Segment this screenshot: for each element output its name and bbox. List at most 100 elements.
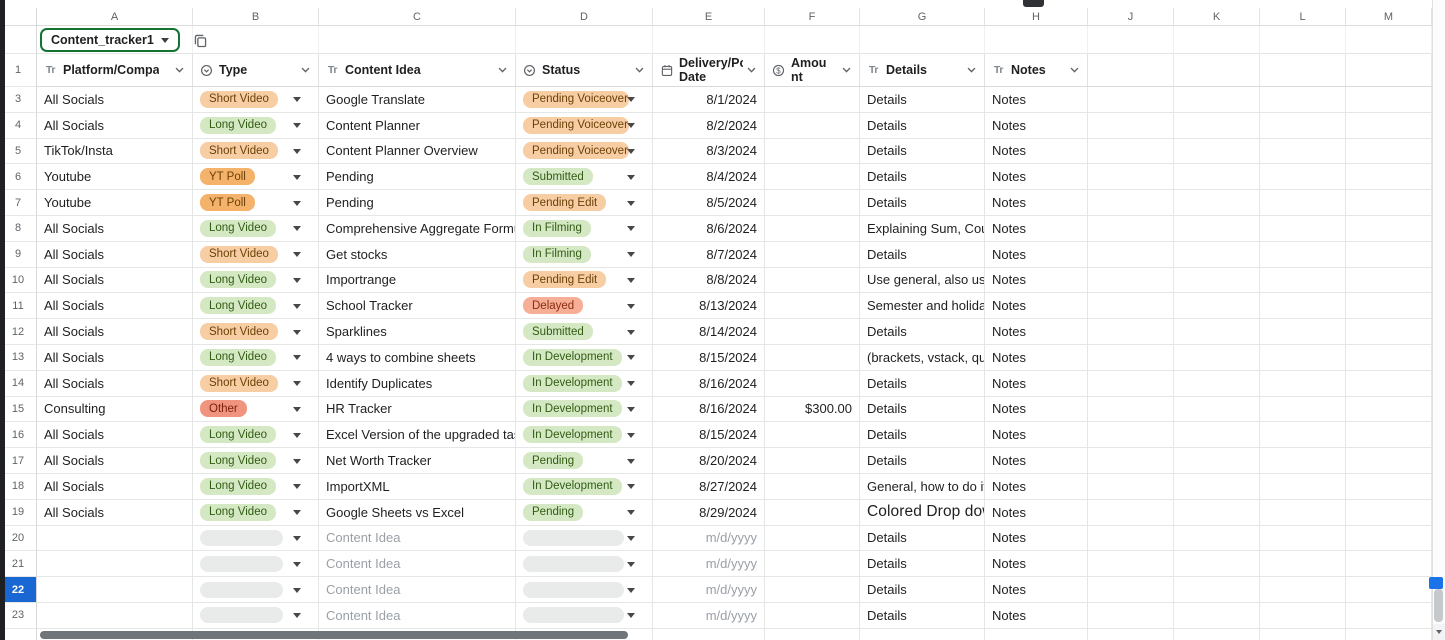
- type-cell[interactable]: Short Video: [193, 87, 319, 113]
- content-idea-cell[interactable]: Google Translate: [319, 87, 516, 113]
- scroll-down-button[interactable]: [1432, 624, 1445, 640]
- date-cell[interactable]: 8/16/2024: [653, 371, 765, 397]
- dropdown-caret-icon[interactable]: [293, 459, 301, 464]
- empty-cell[interactable]: [1346, 164, 1432, 190]
- empty-cell[interactable]: [1260, 164, 1346, 190]
- type-cell[interactable]: [193, 577, 319, 603]
- date-cell[interactable]: 8/13/2024: [653, 293, 765, 319]
- details-cell[interactable]: Details: [860, 190, 985, 216]
- notes-cell[interactable]: Notes: [985, 190, 1088, 216]
- content-idea-cell[interactable]: Content Planner: [319, 113, 516, 139]
- status-chip[interactable]: [523, 582, 624, 598]
- content-idea-cell[interactable]: Content Idea: [319, 551, 516, 577]
- amount-cell[interactable]: [765, 577, 860, 603]
- amount-cell[interactable]: [765, 345, 860, 371]
- status-cell[interactable]: Pending Edit: [516, 190, 653, 216]
- status-cell[interactable]: Pending Voiceover: [516, 113, 653, 139]
- column-letter-H[interactable]: H: [985, 8, 1088, 26]
- date-cell[interactable]: 8/8/2024: [653, 268, 765, 294]
- grid-corner[interactable]: [0, 8, 37, 26]
- status-chip[interactable]: In Development: [523, 426, 622, 443]
- row-number-11[interactable]: 11: [0, 293, 37, 319]
- platform-cell[interactable]: [37, 603, 193, 629]
- type-cell[interactable]: [193, 551, 319, 577]
- empty-cell[interactable]: [1346, 190, 1432, 216]
- amount-cell[interactable]: [765, 87, 860, 113]
- empty-cell[interactable]: [1088, 54, 1174, 87]
- empty-cell[interactable]: [1088, 268, 1174, 294]
- type-cell[interactable]: [193, 526, 319, 552]
- dropdown-caret-icon[interactable]: [627, 201, 635, 206]
- type-cell[interactable]: Long Video: [193, 216, 319, 242]
- notes-cell[interactable]: Notes: [985, 551, 1088, 577]
- empty-cell[interactable]: [1174, 371, 1260, 397]
- dropdown-caret-icon[interactable]: [293, 97, 301, 102]
- platform-cell[interactable]: All Socials: [37, 268, 193, 294]
- column-letter-J[interactable]: J: [1088, 8, 1174, 26]
- date-cell[interactable]: m/d/yyyy: [653, 526, 765, 552]
- type-chip[interactable]: Short Video: [200, 246, 278, 263]
- empty-cell[interactable]: [1174, 139, 1260, 165]
- notes-cell[interactable]: Notes: [985, 216, 1088, 242]
- empty-cell[interactable]: [1346, 603, 1432, 629]
- column-header-amount[interactable]: $Amount: [765, 54, 860, 87]
- column-menu-icon[interactable]: [634, 65, 645, 76]
- details-cell[interactable]: Details: [860, 242, 985, 268]
- empty-cell[interactable]: [1088, 397, 1174, 423]
- empty-cell[interactable]: [1260, 345, 1346, 371]
- vertical-scrollbar-track[interactable]: [1432, 0, 1445, 640]
- empty-cell[interactable]: [1088, 551, 1174, 577]
- content-idea-cell[interactable]: Importrange: [319, 268, 516, 294]
- status-chip[interactable]: Pending Edit: [523, 194, 606, 211]
- notes-cell[interactable]: Notes: [985, 397, 1088, 423]
- empty-cell[interactable]: [1088, 422, 1174, 448]
- empty-cell[interactable]: [1174, 448, 1260, 474]
- column-letter-E[interactable]: E: [653, 8, 765, 26]
- dropdown-caret-icon[interactable]: [627, 330, 635, 335]
- dropdown-caret-icon[interactable]: [293, 407, 301, 412]
- empty-cell[interactable]: [1346, 422, 1432, 448]
- content-idea-cell[interactable]: Comprehensive Aggregate Formulas: [319, 216, 516, 242]
- empty-cell[interactable]: [1260, 371, 1346, 397]
- dropdown-caret-icon[interactable]: [293, 588, 301, 593]
- dropdown-caret-icon[interactable]: [627, 381, 635, 386]
- column-header-status[interactable]: Status: [516, 54, 653, 87]
- details-cell[interactable]: Details: [860, 397, 985, 423]
- details-cell[interactable]: Colored Drop downs: [860, 500, 985, 526]
- amount-cell[interactable]: [765, 113, 860, 139]
- status-chip[interactable]: Delayed: [523, 297, 583, 314]
- column-menu-icon[interactable]: [1069, 65, 1080, 76]
- type-cell[interactable]: Long Video: [193, 113, 319, 139]
- status-cell[interactable]: Pending Voiceover: [516, 87, 653, 113]
- status-chip[interactable]: Pending: [523, 452, 583, 469]
- status-cell[interactable]: Submitted: [516, 319, 653, 345]
- type-cell[interactable]: Long Video: [193, 422, 319, 448]
- empty-cell[interactable]: [1260, 500, 1346, 526]
- amount-cell[interactable]: [765, 139, 860, 165]
- status-cell[interactable]: [516, 551, 653, 577]
- dropdown-caret-icon[interactable]: [293, 304, 301, 309]
- details-cell[interactable]: Details: [860, 448, 985, 474]
- column-header-notes[interactable]: TrNotes: [985, 54, 1088, 87]
- empty-cell[interactable]: [193, 26, 319, 54]
- row-number-21[interactable]: 21: [0, 551, 37, 577]
- dropdown-caret-icon[interactable]: [293, 510, 301, 515]
- amount-cell[interactable]: [765, 293, 860, 319]
- dropdown-caret-icon[interactable]: [293, 562, 301, 567]
- vertical-scrollbar-thumb[interactable]: [1434, 589, 1443, 622]
- empty-cell[interactable]: [1260, 268, 1346, 294]
- status-cell[interactable]: Pending Voiceover: [516, 139, 653, 165]
- dropdown-caret-icon[interactable]: [627, 536, 635, 541]
- column-letter-M[interactable]: M: [1346, 8, 1432, 26]
- details-cell[interactable]: Details: [860, 164, 985, 190]
- empty-cell[interactable]: [1346, 526, 1432, 552]
- empty-cell[interactable]: [1174, 216, 1260, 242]
- row-number-20[interactable]: 20: [0, 526, 37, 552]
- notes-cell[interactable]: Notes: [985, 113, 1088, 139]
- row-number-6[interactable]: 6: [0, 164, 37, 190]
- details-cell[interactable]: Details: [860, 319, 985, 345]
- empty-cell[interactable]: [1088, 500, 1174, 526]
- type-cell[interactable]: Long Video: [193, 448, 319, 474]
- notes-cell[interactable]: Notes: [985, 500, 1088, 526]
- empty-cell[interactable]: [1174, 319, 1260, 345]
